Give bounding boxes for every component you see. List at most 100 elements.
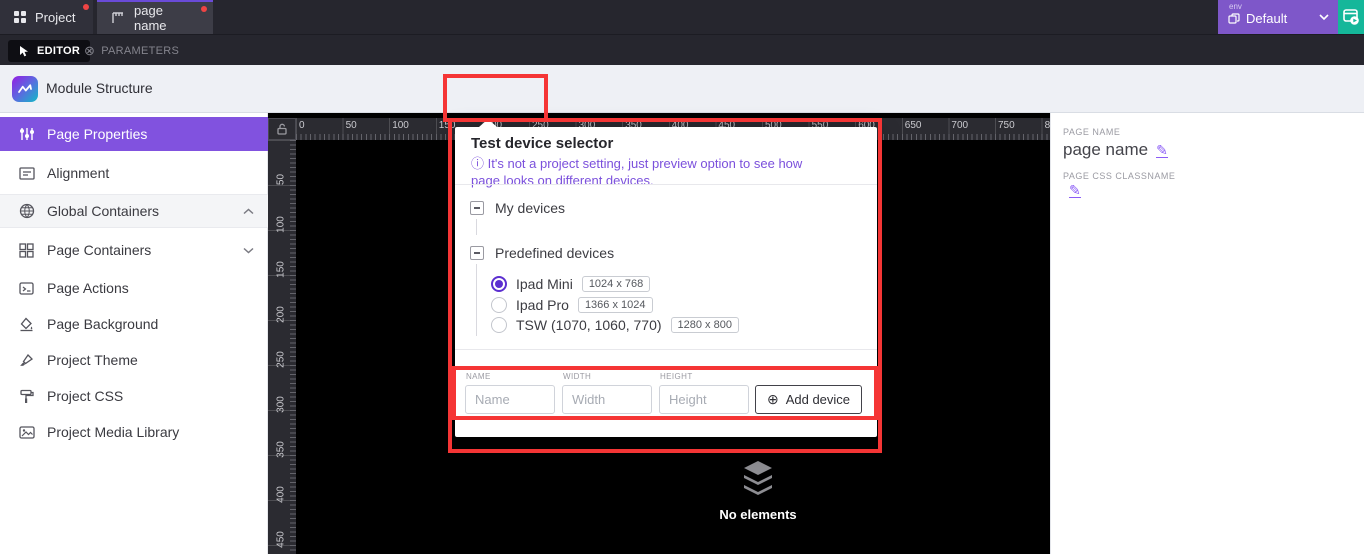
- device-name-input[interactable]: [465, 385, 555, 414]
- divider: [455, 349, 877, 350]
- device-name: TSW (1070, 1060, 770): [516, 317, 662, 333]
- image-icon: [18, 424, 35, 441]
- height-field-label: HEIGHT: [660, 372, 693, 381]
- app-title: Module Structure: [46, 80, 153, 96]
- canvas-empty-state: No elements: [688, 461, 828, 522]
- app-window: Project page name env Default EDITOR ⊗ P…: [0, 0, 1364, 554]
- radio-unselected[interactable]: [491, 317, 507, 333]
- mode-bar: EDITOR ⊗ PARAMETERS: [0, 34, 1364, 65]
- editor-mode-label: EDITOR: [37, 45, 81, 57]
- tree-line: [476, 219, 477, 235]
- name-field-label: NAME: [466, 372, 491, 381]
- project-grid-icon: [14, 11, 26, 23]
- sidebar-item-project-theme[interactable]: Project Theme: [0, 343, 268, 377]
- sliders-icon: [18, 126, 35, 143]
- sidebar-item-label: Project Theme: [47, 352, 138, 368]
- sidebar-item-label: Page Properties: [47, 126, 148, 142]
- tab-page-label: page name: [134, 3, 167, 33]
- sidebar-item-label: Project Media Library: [47, 424, 180, 440]
- unsaved-dot: [201, 6, 207, 12]
- width-field-label: WIDTH: [563, 372, 592, 381]
- app-logo: [12, 76, 38, 102]
- sidebar-item-page-actions[interactable]: Page Actions: [0, 271, 268, 305]
- group-my-devices[interactable]: My devices: [470, 200, 565, 216]
- h-ruler-label: 700: [951, 120, 969, 131]
- sidebar-item-alignment[interactable]: Alignment: [0, 156, 268, 190]
- h-ruler-label: 750: [998, 120, 1015, 131]
- device-size-badge: 1366 x 1024: [577, 297, 653, 313]
- add-icon: ⊕: [766, 391, 779, 407]
- v-ruler-label: 300: [275, 396, 287, 413]
- alignment-icon: [18, 165, 35, 182]
- device-option-tsw[interactable]: TSW (1070, 1060, 770) 1280 x 800: [491, 317, 739, 333]
- editor-mode-button[interactable]: EDITOR: [8, 40, 91, 62]
- device-size-badge: 1280 x 800: [670, 317, 739, 333]
- device-name: Ipad Pro: [516, 297, 569, 313]
- v-ruler-label: 450: [275, 531, 287, 548]
- device-height-input[interactable]: [659, 385, 749, 414]
- actions-icon: [18, 280, 35, 297]
- run-window-icon: [1343, 9, 1359, 25]
- env-layers-icon: [1228, 12, 1240, 25]
- brush-icon: [18, 352, 35, 369]
- radio-unselected[interactable]: [491, 297, 507, 313]
- h-ruler-label: 50: [345, 120, 357, 131]
- edit-page-name-icon[interactable]: ✎: [1156, 143, 1168, 158]
- unlock-icon: [277, 123, 287, 135]
- tab-project[interactable]: Project: [0, 0, 93, 34]
- radio-selected[interactable]: [491, 276, 507, 292]
- page-name-value-row: page name ✎: [1063, 140, 1168, 160]
- collapse-icon[interactable]: [470, 201, 484, 215]
- add-device-label: Add device: [785, 392, 851, 407]
- group-label: Predefined devices: [495, 245, 615, 261]
- sidebar-item-project-css[interactable]: Project CSS: [0, 379, 268, 413]
- env-label: env: [1229, 2, 1242, 11]
- vertical-ruler[interactable]: 50 100 150 200 250 300 350 400 450: [268, 140, 296, 554]
- v-ruler-label: 400: [275, 486, 287, 503]
- sidebar-item-label: Page Containers: [47, 242, 152, 258]
- page-name-label: PAGE NAME: [1063, 127, 1121, 137]
- sidebar-item-global-containers[interactable]: Global Containers: [0, 194, 268, 228]
- parameters-button[interactable]: ⊗ PARAMETERS: [84, 40, 179, 62]
- edit-page-css-icon[interactable]: ✎: [1069, 183, 1081, 198]
- sidebar-item-page-properties[interactable]: Page Properties: [0, 117, 268, 151]
- divider: [455, 184, 877, 185]
- run-app-button[interactable]: [1338, 0, 1364, 34]
- containers-grid-icon: [18, 242, 35, 259]
- tab-project-label: Project: [35, 9, 76, 25]
- empty-state-label: No elements: [719, 507, 797, 522]
- sidebar-item-project-media-library[interactable]: Project Media Library: [0, 415, 268, 449]
- v-ruler-label: 200: [275, 306, 287, 323]
- main-toolbar: Module Structure View Ipad Mini 100% ✎ E…: [0, 65, 1364, 175]
- environment-selector[interactable]: env Default: [1218, 0, 1338, 34]
- group-predefined-devices[interactable]: Predefined devices: [470, 245, 614, 261]
- left-sidebar: Page Properties Alignment Global Contain…: [0, 113, 268, 554]
- popup-caret: [479, 119, 497, 127]
- top-tab-bar: Project page name env Default: [0, 0, 1364, 34]
- device-name: Ipad Mini: [516, 276, 573, 292]
- device-width-input[interactable]: [562, 385, 652, 414]
- sidebar-item-label: Project CSS: [47, 388, 124, 404]
- device-option-ipad-mini[interactable]: Ipad Mini 1024 x 768: [491, 276, 651, 292]
- ruler-corner-icon: [111, 11, 125, 25]
- cursor-icon: [20, 45, 28, 56]
- sidebar-item-label: Alignment: [47, 165, 110, 181]
- paint-bucket-icon: [18, 316, 35, 333]
- device-option-ipad-pro[interactable]: Ipad Pro 1366 x 1024: [491, 297, 653, 313]
- popup-title: Test device selector: [471, 135, 614, 152]
- right-properties-panel: PAGE NAME page name ✎ PAGE CSS CLASSNAME…: [1050, 113, 1364, 554]
- collapse-icon[interactable]: [470, 246, 484, 260]
- test-device-selector-popup: Test device selector ⓘ It's not a projec…: [455, 119, 877, 437]
- paint-roller-icon: [18, 388, 35, 405]
- v-ruler-label: 250: [275, 351, 287, 368]
- chevron-down-icon: [243, 247, 254, 254]
- sidebar-item-page-containers[interactable]: Page Containers: [0, 233, 268, 267]
- sidebar-item-page-background[interactable]: Page Background: [0, 307, 268, 341]
- ruler-lock-button[interactable]: [268, 118, 296, 140]
- tab-page-name[interactable]: page name: [97, 0, 213, 34]
- h-ruler-label: 150: [438, 120, 456, 131]
- chevron-up-icon: [243, 207, 254, 215]
- layers-icon: [744, 461, 772, 495]
- group-label: My devices: [495, 200, 566, 216]
- add-device-button[interactable]: ⊕ Add device: [755, 385, 862, 414]
